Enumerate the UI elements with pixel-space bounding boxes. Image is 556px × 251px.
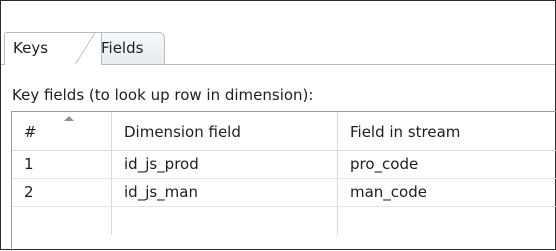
dimension-field-cell[interactable]: id_js_prod: [112, 151, 338, 178]
row-number-cell[interactable]: [12, 207, 112, 235]
sort-ascending-icon: [64, 116, 74, 121]
table-header-row: # Dimension field Field in stream: [12, 112, 556, 151]
column-header-dimension-field-label: Dimension field: [124, 123, 241, 141]
column-header-number-label: #: [24, 123, 37, 141]
column-header-field-in-stream[interactable]: Field in stream: [338, 112, 556, 150]
tab-keys-label: Keys: [13, 39, 49, 57]
field-in-stream-cell[interactable]: man_code: [338, 179, 556, 206]
tab-fields-label: Fields: [101, 39, 144, 57]
column-header-number[interactable]: #: [12, 112, 112, 150]
dimension-field-cell[interactable]: id_js_man: [112, 179, 338, 206]
column-header-field-in-stream-label: Field in stream: [350, 123, 461, 141]
table-row[interactable]: 2 id_js_man man_code: [12, 179, 556, 207]
key-fields-table[interactable]: # Dimension field Field in stream 1 id_j…: [11, 111, 556, 251]
table-row[interactable]: [12, 207, 556, 235]
tab-keys[interactable]: Keys: [4, 32, 102, 65]
row-number-cell[interactable]: 2: [12, 179, 112, 206]
row-number-cell[interactable]: 1: [12, 151, 112, 178]
dialog-panel: Fields Keys Key fields (to look up row i…: [0, 0, 556, 251]
field-in-stream-cell[interactable]: [338, 207, 556, 235]
tab-bar: Fields Keys: [1, 1, 555, 65]
dimension-field-cell[interactable]: [112, 207, 338, 235]
table-row[interactable]: 1 id_js_prod pro_code: [12, 151, 556, 179]
field-in-stream-cell[interactable]: pro_code: [338, 151, 556, 178]
column-header-dimension-field[interactable]: Dimension field: [112, 112, 338, 150]
key-fields-caption: Key fields (to look up row in dimension)…: [12, 86, 314, 104]
